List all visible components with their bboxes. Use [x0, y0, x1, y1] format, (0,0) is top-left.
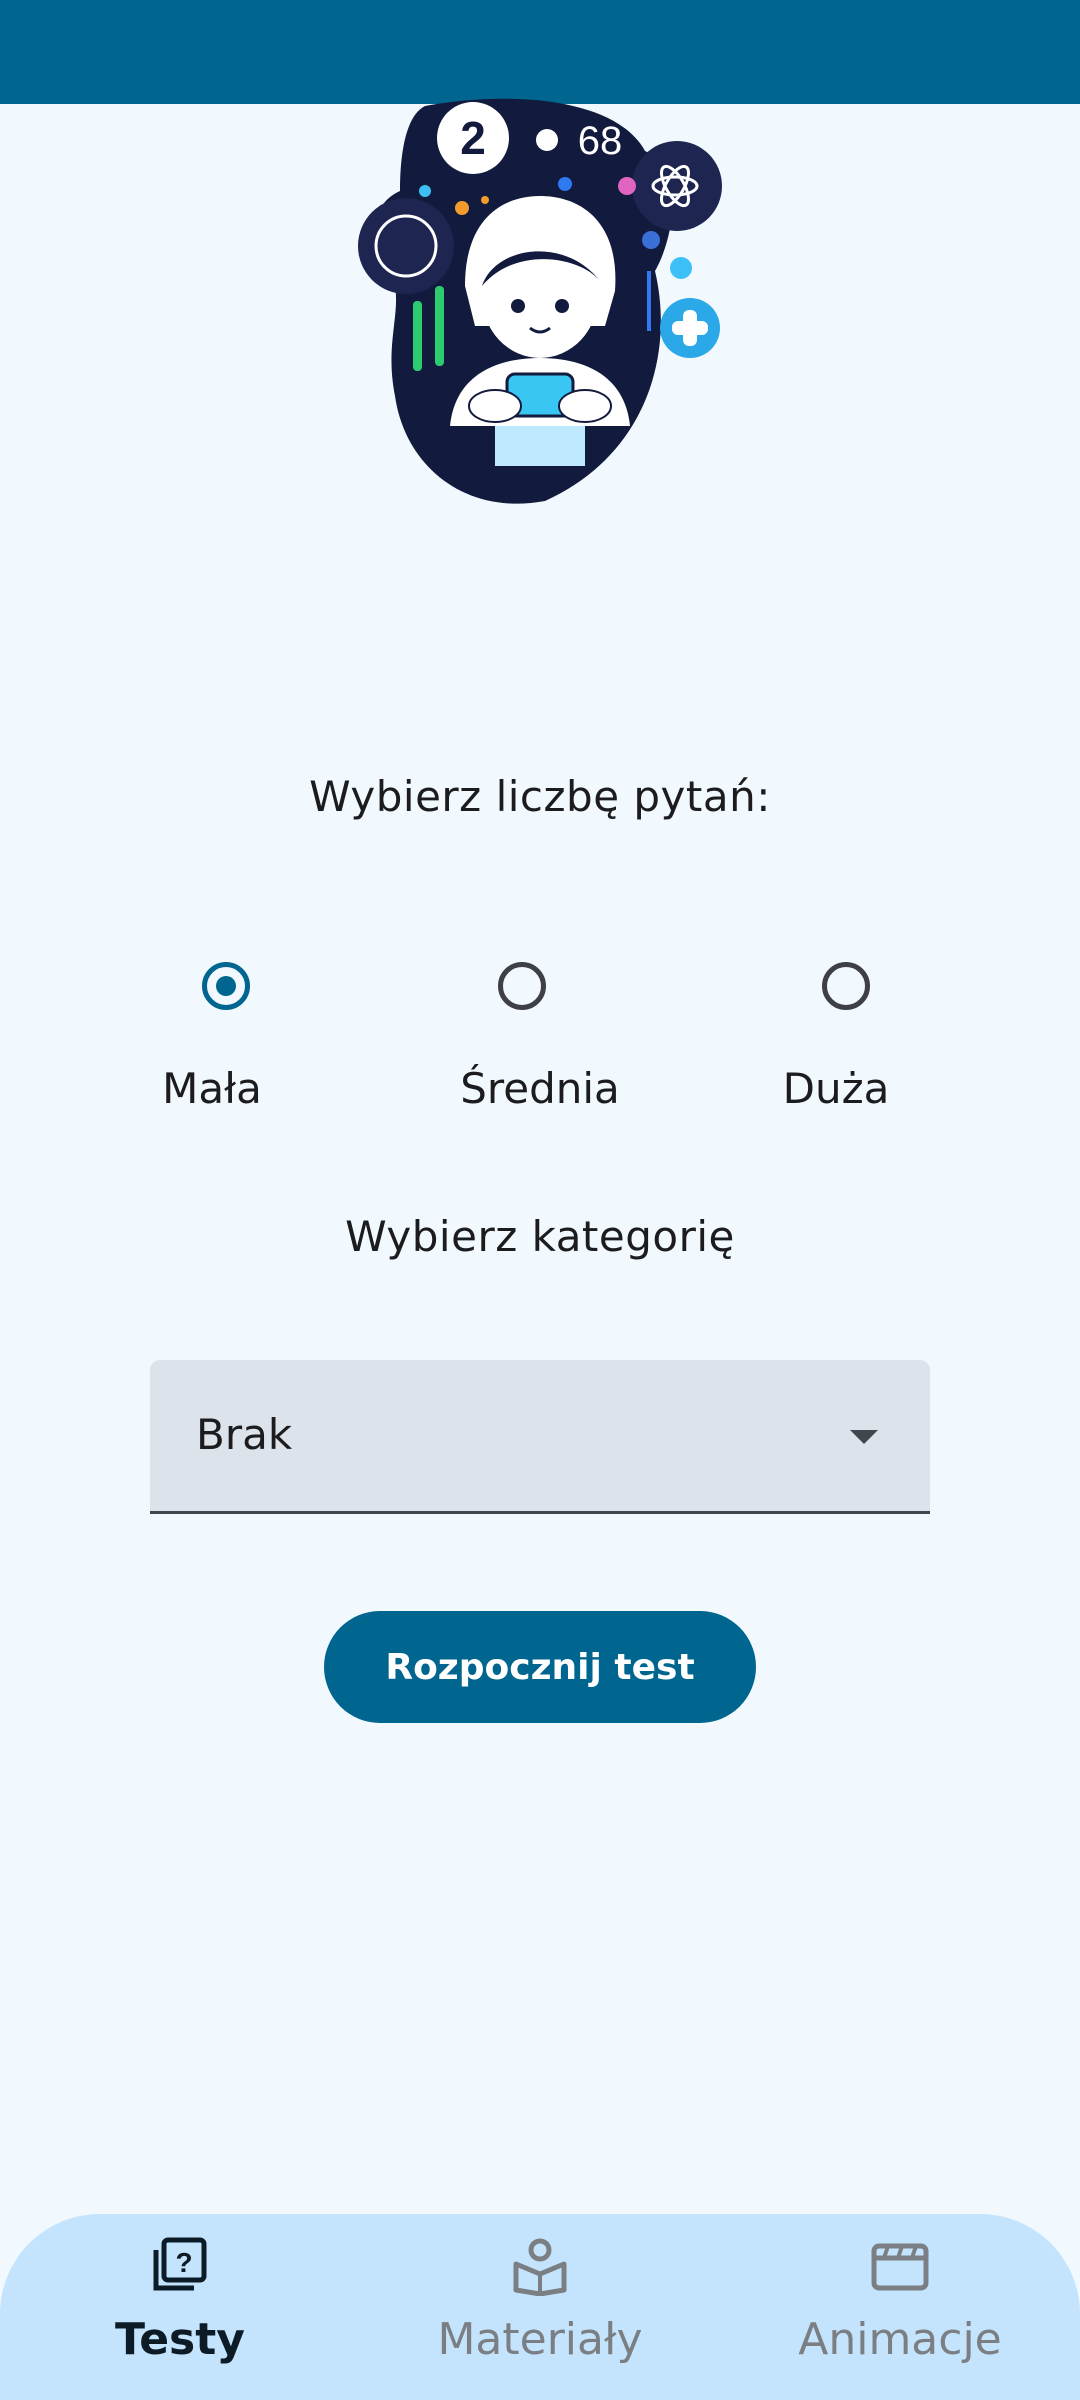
quiz-icon: ?: [150, 2236, 210, 2296]
svg-text:?: ?: [175, 2247, 192, 2278]
radio-option-small[interactable]: Mała: [92, 952, 332, 1132]
question-count-radio-group: Mała Średnia Duża: [0, 952, 1080, 1132]
student-with-phone-illustration: 2 68: [358, 98, 722, 504]
nav-label-materials: Materiały: [437, 2314, 643, 2365]
hero-badge-number: 2: [460, 112, 486, 164]
hero-illustration: 2 68: [355, 96, 725, 506]
hero-badge-text: 68: [578, 119, 623, 163]
nav-label-animations: Animacje: [798, 2314, 1002, 2365]
category-dropdown-value: Brak: [196, 1410, 293, 1459]
radio-label-small: Mała: [162, 1064, 262, 1113]
nav-item-materials[interactable]: Materiały: [410, 2214, 670, 2400]
category-title: Wybierz kategorię: [345, 1212, 735, 1261]
radio-selected-dot: [216, 976, 236, 996]
radio-option-large[interactable]: Duża: [716, 952, 956, 1132]
book-reader-icon: [510, 2236, 570, 2296]
nav-label-tests: Testy: [115, 2314, 245, 2365]
radio-button[interactable]: [822, 962, 870, 1010]
radio-option-medium[interactable]: Średnia: [420, 952, 660, 1132]
nav-item-tests[interactable]: ? Testy: [50, 2214, 310, 2400]
question-count-title: Wybierz liczbę pytań:: [309, 772, 771, 821]
nav-item-animations[interactable]: Animacje: [770, 2214, 1030, 2400]
clapperboard-icon: [870, 2236, 930, 2296]
bottom-navigation: ? Testy Materiały Animacje: [0, 2214, 1080, 2400]
status-bar: [0, 0, 1080, 104]
dropdown-arrow-icon: [850, 1430, 878, 1444]
category-dropdown[interactable]: Brak: [150, 1360, 930, 1514]
radio-label-large: Duża: [782, 1064, 890, 1113]
radio-button[interactable]: [498, 962, 546, 1010]
start-test-button[interactable]: Rozpocznij test: [324, 1611, 756, 1723]
radio-button-selected[interactable]: [202, 962, 250, 1010]
radio-label-medium: Średnia: [460, 1064, 620, 1113]
